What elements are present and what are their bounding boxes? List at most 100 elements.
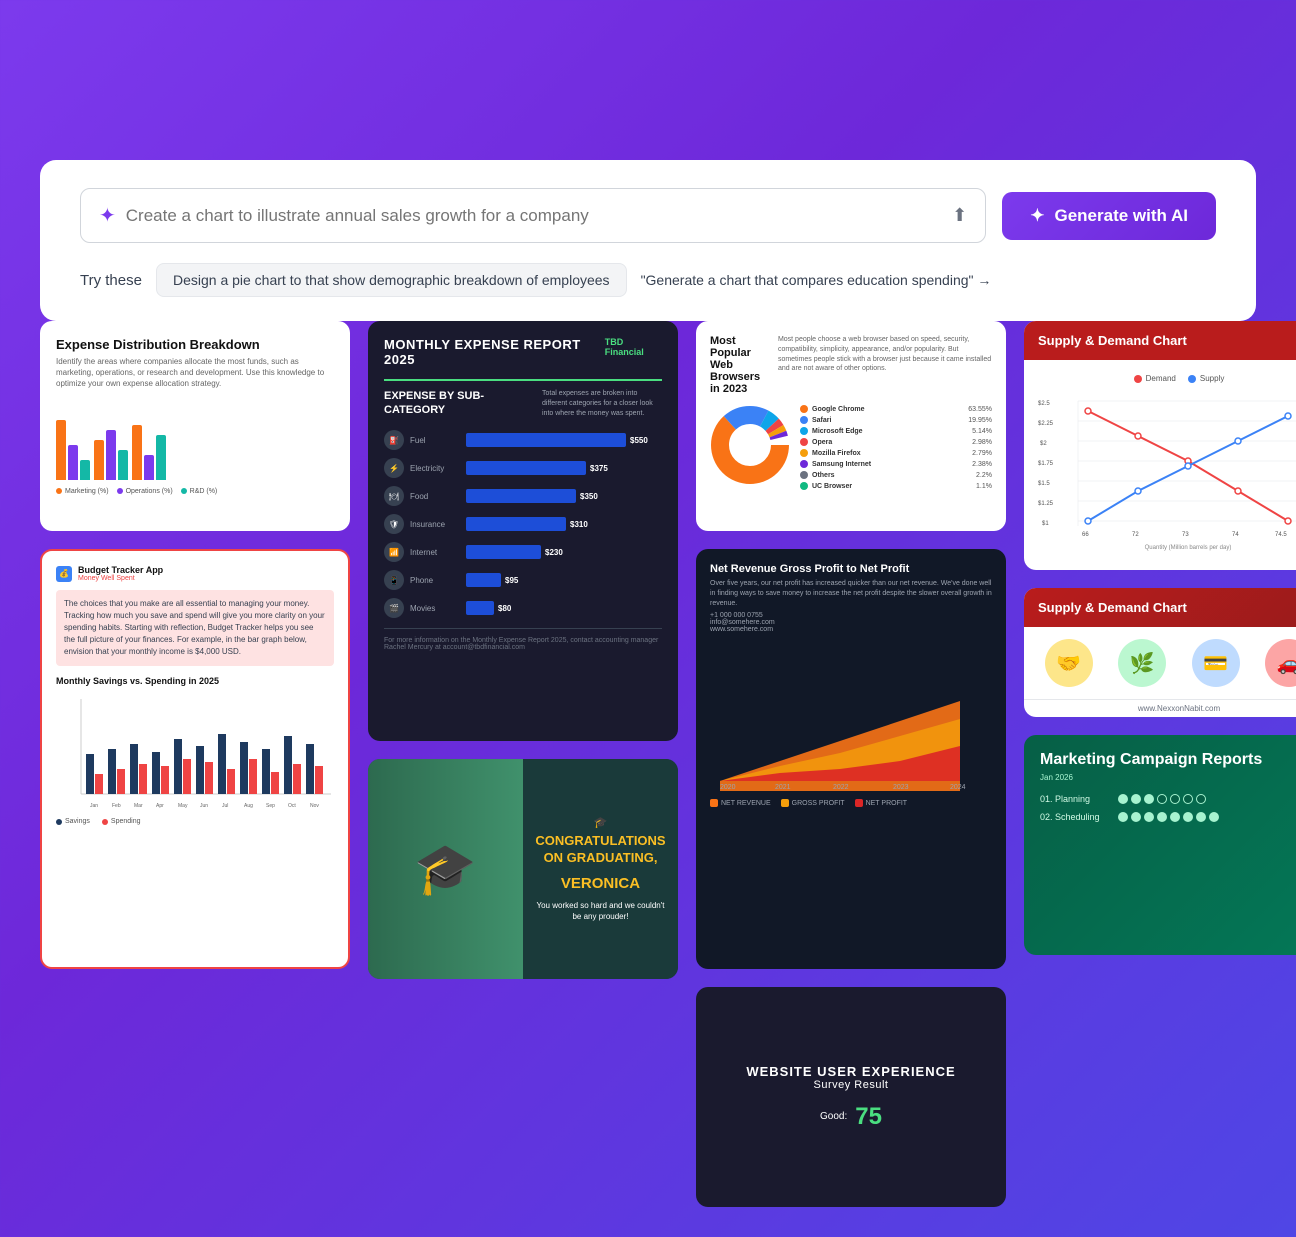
edge-pct: 5.14% <box>972 428 992 435</box>
browsers-title: Most Popular Web Browsers in 2023 <box>710 335 768 395</box>
fuel-bar <box>466 433 626 447</box>
fuel-icon: ⛽ <box>384 430 404 450</box>
browser-others: Others 2.2% <box>800 471 992 479</box>
legend-rd: R&D (%) <box>181 488 218 495</box>
svg-text:Aug: Aug <box>244 803 253 809</box>
ux-score: 75 <box>855 1103 882 1131</box>
net-revenue-svg: 2020 2021 2022 2023 2024 <box>710 641 990 791</box>
svg-text:Mar: Mar <box>134 803 143 809</box>
legend-spending: Spending <box>102 818 141 825</box>
net-legend: NET REVENUE GROSS PROFIT NET PROFIT <box>710 799 992 807</box>
expense-distribution-card[interactable]: Expense Distribution Breakdown Identify … <box>40 321 350 531</box>
sdot6 <box>1183 812 1193 822</box>
opera-name: Opera <box>812 439 968 446</box>
svg-text:Jul: Jul <box>222 803 228 809</box>
budget-chart-title: Monthly Savings vs. Spending in 2025 <box>56 676 334 686</box>
search-section: ✦ ⬆ ✦ Generate with AI Try these Design … <box>40 160 1256 321</box>
svg-text:$1.5: $1.5 <box>1038 481 1050 487</box>
svg-text:73: 73 <box>1182 532 1189 538</box>
bar-marketing-3 <box>132 425 142 480</box>
chrome-dot <box>800 405 808 413</box>
nexxon-icon-handshake: 🤝 <box>1045 639 1093 687</box>
sd-legend-demand: Demand <box>1134 374 1176 383</box>
sdot2 <box>1131 812 1141 822</box>
nexxon-icon-leaf: 🌿 <box>1118 639 1166 687</box>
phone-value: $95 <box>505 576 518 585</box>
grad-subtitle: You worked so hard and we couldn't be an… <box>535 900 666 922</box>
expense-legend: Marketing (%) Operations (%) R&D (%) <box>56 488 334 495</box>
electricity-value: $375 <box>590 464 608 473</box>
congrats-hat: 🎓 <box>535 816 666 829</box>
try-these-label: Try these <box>80 272 142 289</box>
pdot5 <box>1170 794 1180 804</box>
browser-firefox: Mozilla Firefox 2.79% <box>800 449 992 457</box>
browser-uc: UC Browser 1.1% <box>800 482 992 490</box>
samsung-name: Samsung Internet <box>812 461 968 468</box>
generate-label: Generate with AI <box>1054 206 1188 226</box>
legend-label-savings: Savings <box>65 818 90 825</box>
legend-savings: Savings <box>56 818 90 825</box>
browsers-desc: Most people choose a web browser based o… <box>778 335 992 395</box>
budget-tracker-card[interactable]: 💰 Budget Tracker App Money Well Spent Th… <box>40 549 350 969</box>
browser-edge: Microsoft Edge 5.14% <box>800 427 992 435</box>
try-chip-2[interactable]: "Generate a chart that compares educatio… <box>641 272 992 288</box>
expense-sub-desc: Total expenses are broken into different… <box>542 389 662 418</box>
sparkle-icon: ✦ <box>99 203 116 228</box>
svg-text:72: 72 <box>1132 532 1139 538</box>
internet-label: Internet <box>410 548 460 557</box>
legend-label-marketing: Marketing (%) <box>65 488 109 495</box>
planning-label: 01. Planning <box>1040 794 1110 804</box>
legend-dot-savings <box>56 819 62 825</box>
net-revenue-card[interactable]: Net Revenue Gross Profit to Net Profit O… <box>696 549 1006 969</box>
website-ux-card[interactable]: WEBSITE USER EXPERIENCE Survey Result Go… <box>696 987 1006 1207</box>
nexxon-card[interactable]: Supply & Demand Chart 🤝 🌿 💳 🚗 www.Nexxon… <box>1024 588 1296 717</box>
generate-sparkle-icon: ✦ <box>1030 206 1044 226</box>
sdot8 <box>1209 812 1219 822</box>
phone-label: Phone <box>410 576 460 585</box>
svg-text:Jan: Jan <box>90 803 98 809</box>
marketing-campaign-card[interactable]: Marketing Campaign Reports Jan 2026 01. … <box>1024 735 1296 955</box>
generate-button[interactable]: ✦ Generate with AI <box>1002 192 1216 240</box>
expense-row-electricity: ⚡ Electricity $375 <box>384 458 662 478</box>
legend-label-ops: Operations (%) <box>126 488 173 495</box>
movies-label: Movies <box>410 604 460 613</box>
donut-svg <box>710 405 790 485</box>
movies-bar <box>466 601 494 615</box>
budget-header: 💰 Budget Tracker App Money Well Spent <box>56 565 334 582</box>
internet-bar <box>466 545 541 559</box>
upload-icon[interactable]: ⬆ <box>952 205 967 226</box>
sd-dot-supply <box>1188 375 1196 383</box>
pdot1 <box>1118 794 1128 804</box>
monthly-expense-card[interactable]: MONTHLY EXPENSE REPORT 2025 TBD Financia… <box>368 321 678 741</box>
browsers-title-text: Most Popular Web Browsers in 2023 <box>710 335 768 395</box>
browsers-card[interactable]: Most Popular Web Browsers in 2023 Most p… <box>696 321 1006 531</box>
safari-pct: 19.95% <box>968 417 992 424</box>
browser-opera: Opera 2.98% <box>800 438 992 446</box>
phone-icon: 📱 <box>384 570 404 590</box>
search-input-wrapper[interactable]: ✦ ⬆ <box>80 188 986 243</box>
nexxon-icons: 🤝 🌿 💳 🚗 <box>1024 627 1296 699</box>
net-contact: +1 000 000 0755 info@somehere.com www.so… <box>710 612 992 633</box>
graduation-card[interactable]: 🎓 🎓 CONGRATULATIONS ON GRADUATING, VERON… <box>368 759 678 979</box>
nexxon-icon-card: 💳 <box>1192 639 1240 687</box>
try-chip-1[interactable]: Design a pie chart to that show demograp… <box>156 263 627 297</box>
movies-icon: 🎬 <box>384 598 404 618</box>
legend-dot-ops <box>117 488 123 494</box>
samsung-pct: 2.38% <box>972 461 992 468</box>
nexxon-footer: www.NexxonNabit.com <box>1024 699 1296 717</box>
supply-demand-card[interactable]: Supply & Demand Chart Demand Supply <box>1024 321 1296 570</box>
scheduling-label: 02. Scheduling <box>1040 812 1110 822</box>
legend-label-rd: R&D (%) <box>190 488 218 495</box>
charts-grid: Expense Distribution Breakdown Identify … <box>0 321 1296 1237</box>
fuel-value: $550 <box>630 436 648 445</box>
bar-marketing-2 <box>94 440 104 480</box>
others-pct: 2.2% <box>976 472 992 479</box>
search-input[interactable] <box>126 206 942 226</box>
pdot6 <box>1183 794 1193 804</box>
net-dot-gross <box>781 799 789 807</box>
svg-text:2024: 2024 <box>950 784 966 791</box>
browser-samsung: Samsung Internet 2.38% <box>800 460 992 468</box>
movies-value: $80 <box>498 604 511 613</box>
sdot3 <box>1144 812 1154 822</box>
svg-text:66: 66 <box>1082 532 1089 538</box>
